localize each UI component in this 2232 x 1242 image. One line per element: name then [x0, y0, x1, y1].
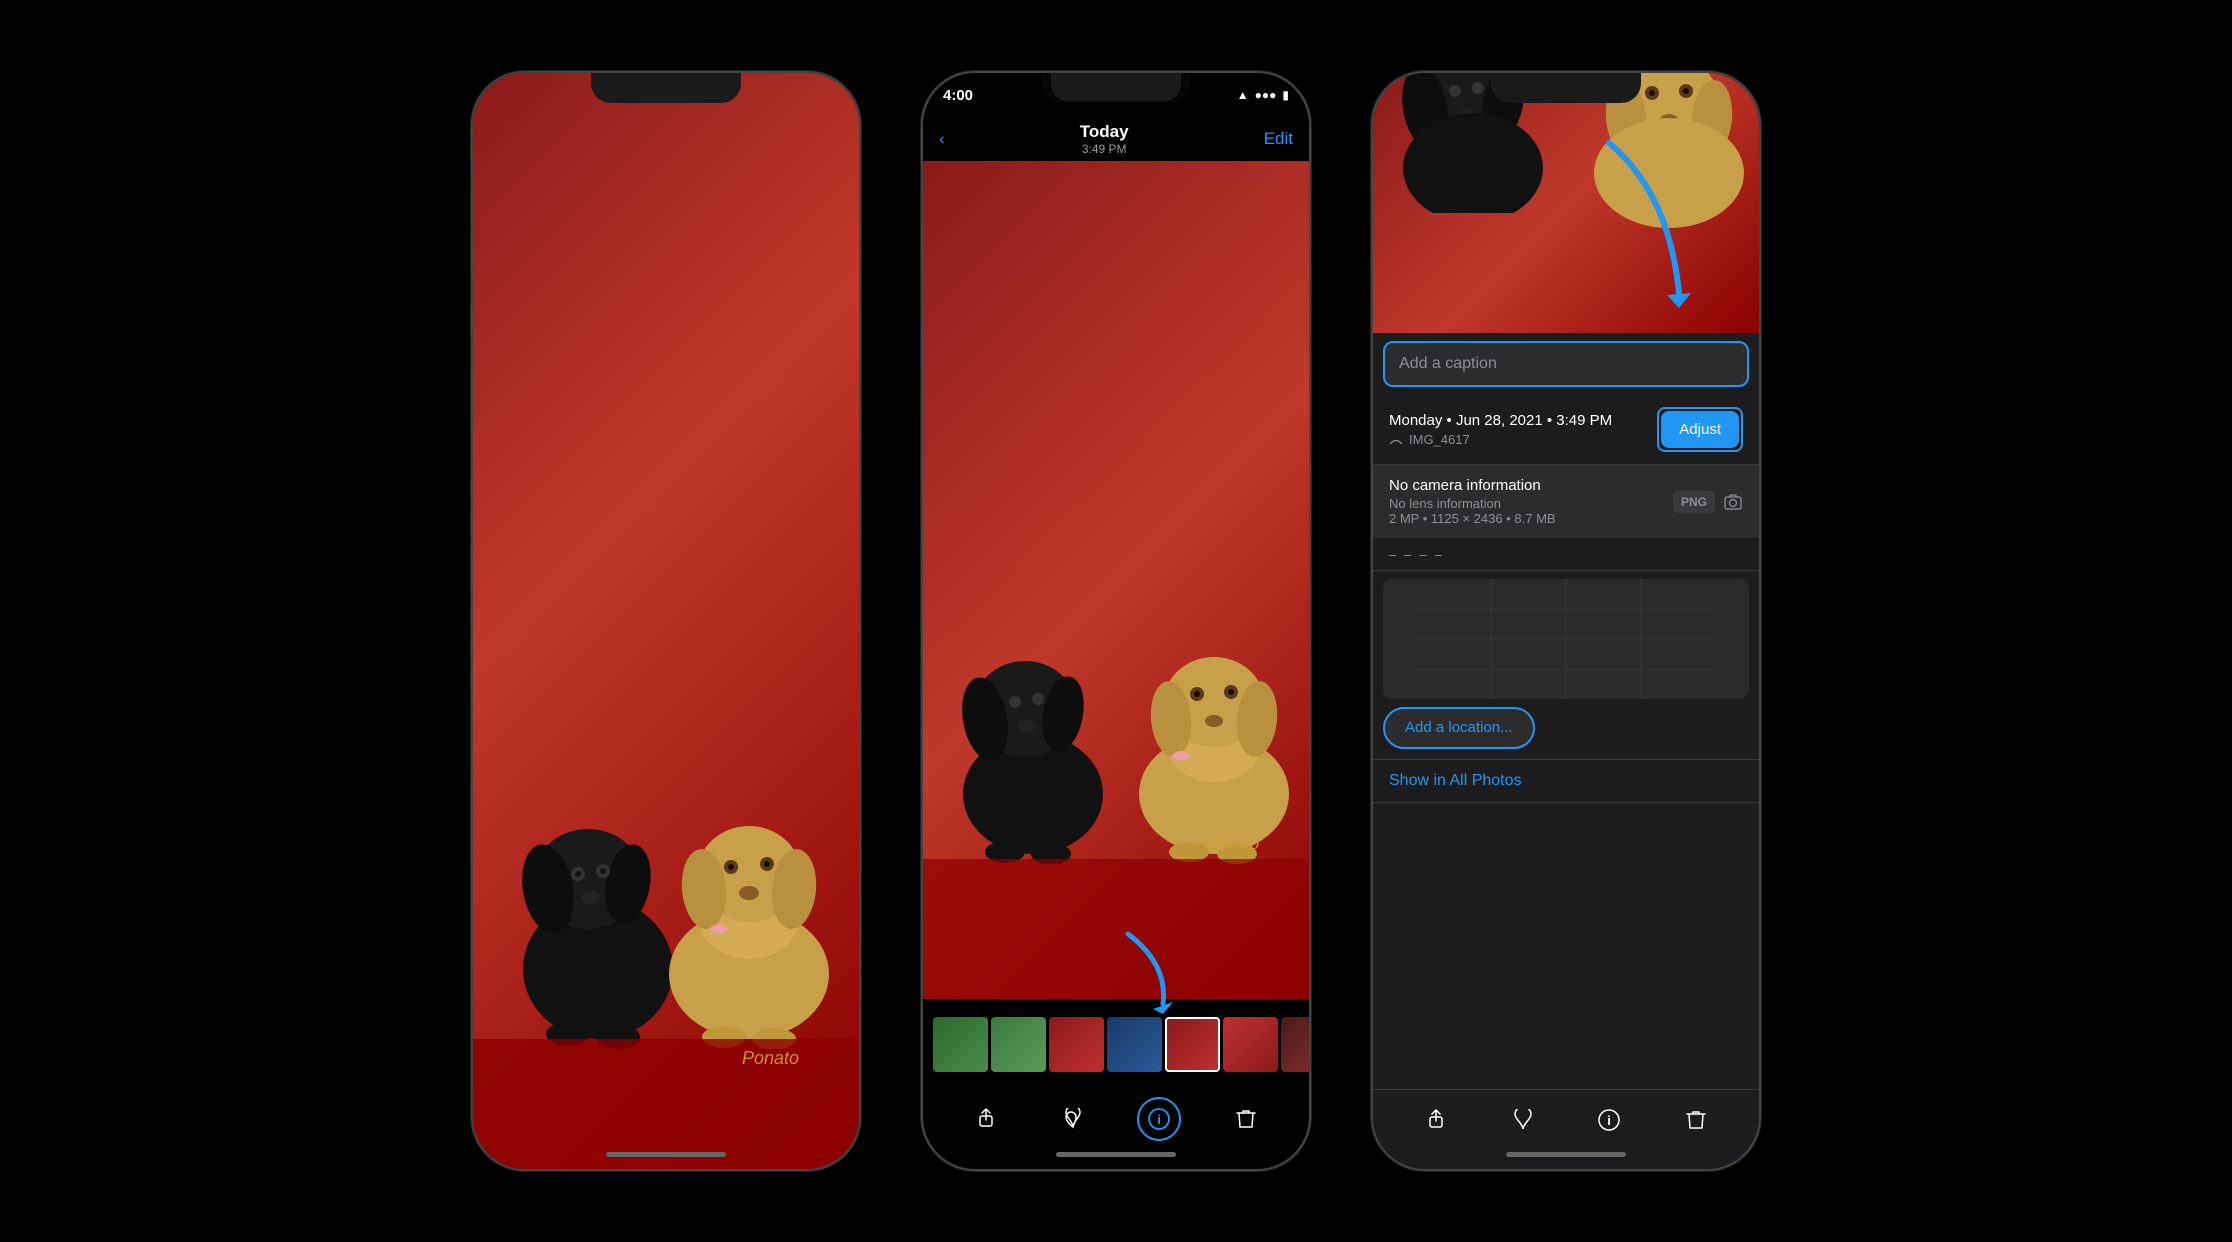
- adjust-button-wrapper: Adjust: [1657, 407, 1743, 452]
- adjust-button[interactable]: Adjust: [1661, 411, 1739, 448]
- share-button-3[interactable]: [1414, 1098, 1458, 1142]
- show-all-photos-link[interactable]: Show in All Photos: [1373, 760, 1759, 802]
- nav-title-2: Today: [1080, 122, 1129, 142]
- golden-dog: [659, 799, 839, 1049]
- phone-2: 4:00 ▲ ●●● ▮ ‹ Today 3:49 PM Edit: [921, 71, 1311, 1171]
- thumb-1[interactable]: [933, 1017, 988, 1072]
- dot-2: –: [1404, 547, 1411, 562]
- delete-button-3[interactable]: [1674, 1098, 1718, 1142]
- photo-view-1: Ponato: [473, 73, 859, 1169]
- metadata-row: Monday • Jun 28, 2021 • 3:49 PM IMG_4617…: [1373, 395, 1759, 464]
- home-indicator-1[interactable]: [606, 1152, 726, 1157]
- status-icons-2: ▲ ●●● ▮: [1237, 88, 1289, 102]
- thumb-7[interactable]: [1281, 1017, 1309, 1072]
- home-indicator-3[interactable]: [1506, 1152, 1626, 1157]
- notch-3: [1501, 73, 1631, 101]
- nav-title-group-2: Today 3:49 PM: [1080, 122, 1129, 156]
- status-time-2: 4:00: [943, 87, 973, 104]
- thumb-4[interactable]: [1107, 1017, 1162, 1072]
- camera-info-text: No camera information: [1389, 477, 1556, 494]
- thumb-6[interactable]: [1223, 1017, 1278, 1072]
- black-dog: [513, 789, 683, 1049]
- battery-icon: ▮: [1282, 88, 1289, 102]
- camera-info-left: No camera information No lens informatio…: [1389, 477, 1556, 526]
- info-photo-top: [1373, 73, 1759, 333]
- info-button-2[interactable]: i: [1137, 1097, 1181, 1141]
- wifi-icon: ▲: [1237, 88, 1249, 102]
- info-button-container-2: i: [1137, 1097, 1181, 1141]
- thumb-3[interactable]: [1049, 1017, 1104, 1072]
- ground-2: [923, 859, 1309, 999]
- dot-3: –: [1419, 547, 1426, 562]
- photo-signature-2: Ponato: [1208, 836, 1259, 854]
- signal-icon: ●●●: [1255, 88, 1277, 102]
- meta-left: Monday • Jun 28, 2021 • 3:49 PM IMG_4617: [1389, 412, 1612, 447]
- nav-subtitle-2: 3:49 PM: [1080, 142, 1129, 156]
- map-bg: [1383, 579, 1749, 699]
- back-button-2[interactable]: ‹: [939, 129, 945, 149]
- caption-input-row[interactable]: Add a caption: [1383, 341, 1749, 387]
- delete-button-2[interactable]: [1224, 1097, 1268, 1141]
- favorite-button-2[interactable]: [1051, 1097, 1095, 1141]
- blue-arrow-3: [1589, 133, 1719, 318]
- svg-text:i: i: [1157, 1112, 1161, 1127]
- notch-1: [601, 73, 731, 101]
- add-location-wrapper: Add a location...: [1383, 707, 1749, 749]
- ground: [473, 1039, 859, 1169]
- add-location-label: Add a location...: [1405, 719, 1513, 736]
- add-location-button[interactable]: Add a location...: [1383, 707, 1535, 749]
- thumb-2[interactable]: [991, 1017, 1046, 1072]
- location-map: [1383, 579, 1749, 699]
- golden-dog-2: [1129, 634, 1299, 869]
- nav-bar-2: ‹ Today 3:49 PM Edit: [923, 117, 1309, 161]
- thumbnail-strip-2: [923, 1009, 1309, 1079]
- photo-specs: 2 MP • 1125 × 2436 • 8.7 MB: [1389, 511, 1556, 526]
- edit-button-2[interactable]: Edit: [1264, 129, 1293, 149]
- share-button-2[interactable]: [964, 1097, 1008, 1141]
- info-button-3[interactable]: i: [1587, 1098, 1631, 1142]
- camera-info-row: No camera information No lens informatio…: [1373, 465, 1759, 538]
- divider-2: [1373, 570, 1759, 571]
- photo-filename: IMG_4617: [1389, 432, 1612, 447]
- dot-4: –: [1435, 547, 1442, 562]
- info-panel-3: Add a caption Monday • Jun 28, 2021 • 3:…: [1373, 73, 1759, 1169]
- home-indicator-2[interactable]: [1056, 1152, 1176, 1157]
- svg-text:i: i: [1607, 1113, 1611, 1128]
- thumb-5-selected[interactable]: [1165, 1017, 1220, 1072]
- photo-date: Monday • Jun 28, 2021 • 3:49 PM: [1389, 412, 1612, 429]
- toolbar-spacer: [1373, 803, 1759, 873]
- format-badge: PNG: [1673, 491, 1715, 513]
- camera-info-right: PNG: [1673, 491, 1743, 513]
- photo-area-2: Ponato: [923, 161, 1309, 999]
- black-dog-2: [953, 624, 1113, 869]
- favorite-button-3[interactable]: [1501, 1098, 1545, 1142]
- dot-1: –: [1389, 547, 1396, 562]
- toolbar-2: i: [923, 1089, 1309, 1149]
- toolbar-3: i: [1373, 1089, 1759, 1149]
- phone-1: Ponato: [471, 71, 861, 1171]
- dots-row: – – – –: [1373, 539, 1759, 570]
- caption-placeholder: Add a caption: [1399, 355, 1497, 372]
- camera-icon: [1723, 492, 1743, 512]
- lens-info-text: No lens information: [1389, 496, 1556, 511]
- notch-2: [1051, 73, 1181, 101]
- photo-signature-1: Ponato: [742, 1048, 799, 1069]
- phone-3: Add a caption Monday • Jun 28, 2021 • 3:…: [1371, 71, 1761, 1171]
